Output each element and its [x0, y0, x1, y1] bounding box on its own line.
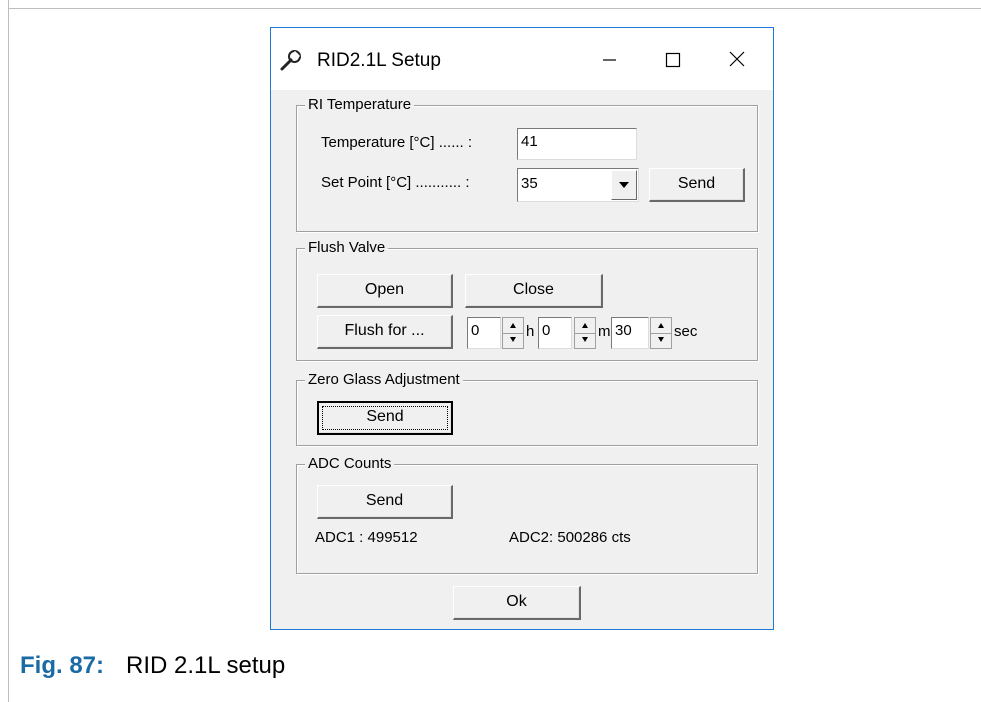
minutes-field[interactable]: 0: [538, 317, 572, 349]
adc2-readout: ADC2: 500286 cts: [509, 529, 631, 546]
wrench-icon: [279, 48, 303, 72]
setpoint-combo[interactable]: 35: [517, 168, 639, 202]
spin-up-icon[interactable]: [503, 318, 523, 334]
adc1-readout: ADC1 : 499512: [315, 529, 418, 546]
zero-glass-send-button[interactable]: Send: [317, 401, 453, 435]
flush-valve-group: Flush Valve Open Close Flush for ... 0 h…: [296, 239, 758, 361]
spin-up-icon[interactable]: [575, 318, 595, 334]
ok-button[interactable]: Ok: [453, 586, 581, 620]
close-valve-button[interactable]: Close: [465, 274, 603, 308]
temperature-field[interactable]: 41: [517, 128, 637, 160]
zero-glass-group: Zero Glass Adjustment Send: [296, 371, 758, 446]
chevron-down-icon[interactable]: [611, 170, 637, 200]
temperature-label: Temperature [°C] ...... :: [321, 134, 473, 151]
ri-temperature-group: RI Temperature Temperature [°C] ...... :…: [296, 96, 758, 232]
flush-valve-legend: Flush Valve: [305, 239, 389, 257]
document-frame-left: [8, 0, 9, 702]
figure-caption-text: RID 2.1L setup: [126, 652, 286, 679]
hours-unit: h: [526, 323, 535, 340]
seconds-field[interactable]: 30: [611, 317, 649, 349]
setpoint-value: 35: [521, 175, 538, 192]
figure-number: Fig. 87:: [20, 652, 105, 679]
hours-field[interactable]: 0: [467, 317, 501, 349]
adc-send-button[interactable]: Send: [317, 485, 453, 519]
adc-counts-legend: ADC Counts: [305, 455, 395, 473]
minimize-icon[interactable]: [589, 40, 629, 78]
open-valve-button[interactable]: Open: [317, 274, 453, 308]
figure-caption: Fig. 87: RID 2.1L setup: [20, 652, 285, 680]
minutes-spinner[interactable]: [574, 317, 596, 349]
ri-temperature-legend: RI Temperature: [305, 96, 415, 114]
window-title: RID2.1L Setup: [317, 50, 441, 71]
setup-dialog: RID2.1L Setup RI Temperature Temperature…: [270, 27, 774, 630]
title-bar[interactable]: RID2.1L Setup: [271, 28, 773, 90]
close-icon[interactable]: [717, 40, 757, 78]
flush-for-button[interactable]: Flush for ...: [317, 315, 453, 349]
document-frame-top: [8, 8, 981, 9]
spin-up-icon[interactable]: [651, 318, 671, 334]
seconds-unit: sec: [674, 323, 698, 340]
spin-down-icon[interactable]: [651, 333, 671, 348]
minutes-unit: m: [598, 323, 611, 340]
setpoint-label: Set Point [°C] ........... :: [321, 174, 470, 191]
hours-spinner[interactable]: [502, 317, 524, 349]
spin-down-icon[interactable]: [503, 333, 523, 348]
focus-ring: [322, 406, 448, 430]
adc-counts-group: ADC Counts Send ADC1 : 499512 ADC2: 5002…: [296, 455, 758, 574]
maximize-icon[interactable]: [653, 40, 693, 78]
zero-glass-legend: Zero Glass Adjustment: [305, 371, 463, 389]
seconds-spinner[interactable]: [650, 317, 672, 349]
setpoint-send-button[interactable]: Send: [649, 168, 745, 202]
spin-down-icon[interactable]: [575, 333, 595, 348]
